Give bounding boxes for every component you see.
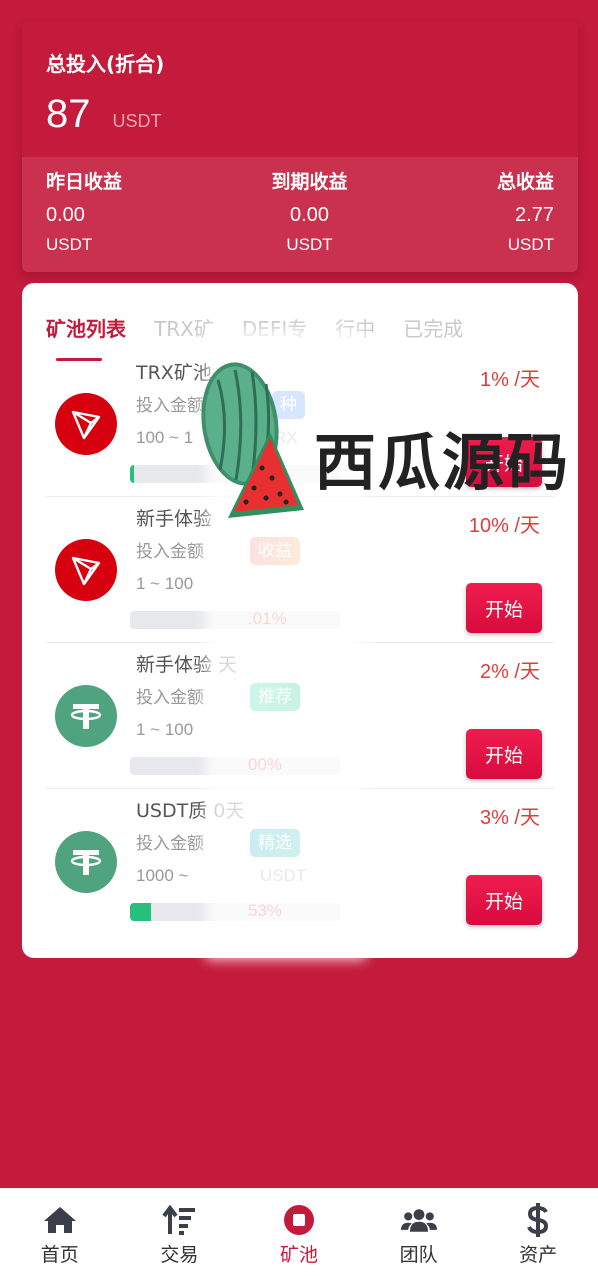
list-item: 新手体验 天 投入金额 1 ~ 100 推荐 00% 2% /天 开始: [22, 643, 578, 789]
list-item: 新手体验 投入金额 1 ~ 100 收益 .01% 10% /天 开始: [22, 497, 578, 643]
stat-unit: USDT: [46, 235, 93, 254]
stat-value: 0.00: [290, 204, 329, 226]
pool-tag: 精选: [250, 829, 300, 857]
stat-unit: USDT: [507, 235, 554, 254]
usdt-coin-icon: [55, 831, 117, 893]
pool-invest-label: 投入金额: [136, 688, 204, 708]
bottom-nav: 首页 交易 矿池 团队 资产: [0, 1188, 598, 1276]
pool-range: 100 ~ 1: [136, 428, 194, 447]
total-invest-title: 总投入(折合): [46, 52, 165, 76]
total-invest-unit: USDT: [112, 111, 162, 131]
stat-unit: USDT: [286, 235, 333, 254]
sort-icon: [161, 1203, 197, 1237]
progress-percent: .01%: [248, 609, 287, 628]
nav-label: 团队: [399, 1244, 438, 1266]
nav-label: 交易: [160, 1244, 199, 1266]
stat-label: 到期收益: [271, 171, 348, 193]
pool-tabs: 矿池列表 TRX矿 DEFI专 行中 已完成: [22, 283, 578, 361]
daily-rate: 3% /天: [479, 807, 540, 829]
pool-tag: 种: [272, 391, 305, 419]
nav-assets[interactable]: 资产: [479, 1189, 598, 1276]
nav-label: 首页: [40, 1244, 79, 1266]
daily-rate: 1% /天: [479, 369, 540, 391]
pool-invest-label: 投入金额: [136, 834, 204, 854]
pool-unit: RX: [274, 428, 298, 447]
pool-invest-label: 投入金额: [136, 542, 204, 562]
list-item: USDT质 0天 投入金额 1000 ~ USDT 精选 53% 3% /天 开…: [22, 789, 578, 935]
progress-fill: [130, 903, 151, 921]
stat-label: 总收益: [496, 171, 554, 193]
start-button[interactable]: 开始: [466, 875, 542, 925]
pool-unit: USDT: [260, 866, 307, 885]
progress-percent: 00%: [248, 755, 283, 774]
pool-range: 1 ~ 100: [136, 720, 194, 739]
progress-bar: [130, 611, 340, 629]
summary-top: 总投入(折合) 87 USDT: [22, 22, 578, 157]
stat-value: 0.00: [46, 204, 85, 226]
nav-label: 资产: [519, 1244, 558, 1266]
pool-list-card: 矿池列表 TRX矿 DEFI专 行中 已完成 TRX矿池 投入金额 100 ~ …: [22, 283, 578, 958]
progress-fill: [130, 465, 135, 483]
pool-invest-label: 投入金额: [136, 396, 204, 416]
nav-trade[interactable]: 交易: [120, 1189, 239, 1276]
pool-tag: 推荐: [250, 683, 300, 711]
pool-name: TRX矿池: [136, 362, 212, 384]
daily-rate: 2% /天: [479, 661, 540, 683]
home-icon: [42, 1203, 78, 1237]
trx-coin-icon: [55, 393, 117, 455]
tab-in-progress[interactable]: 行中: [335, 317, 375, 351]
progress-percent: 53%: [248, 901, 283, 920]
nav-pool[interactable]: 矿池: [239, 1189, 358, 1276]
tab-trx[interactable]: TRX矿: [154, 317, 214, 351]
nav-team[interactable]: 团队: [359, 1189, 478, 1276]
daily-rate: 10% /天: [468, 515, 540, 537]
progress-bar: [130, 465, 340, 483]
nav-home[interactable]: 首页: [0, 1189, 119, 1276]
nav-label: 矿池: [279, 1244, 318, 1266]
total-invest-row: 87 USDT: [46, 92, 554, 136]
stat-label: 昨日收益: [46, 171, 123, 193]
stat-yesterday: 昨日收益 0.00 USDT: [46, 169, 122, 272]
pool-range: 1000 ~: [136, 866, 189, 885]
progress-bar: [130, 757, 340, 775]
stat-total: 总收益 2.77 USDT: [497, 169, 554, 272]
trx-coin-icon: [55, 539, 117, 601]
usdt-coin-icon: [55, 685, 117, 747]
progress-bar: [130, 903, 340, 921]
total-invest-value: 87: [46, 92, 91, 136]
team-icon: [400, 1203, 437, 1237]
pool-tag: 收益: [250, 537, 300, 565]
pool-name: 新手体验 天: [136, 654, 238, 676]
pool-range: 1 ~ 100: [136, 574, 194, 593]
start-button[interactable]: 开始: [466, 583, 542, 633]
tab-pool-list[interactable]: 矿池列表: [46, 317, 126, 361]
pool-name: 新手体验: [136, 508, 213, 530]
stat-value: 2.77: [515, 204, 554, 226]
tab-completed[interactable]: 已完成: [403, 317, 463, 351]
list-item: TRX矿池 投入金额 100 ~ 1 RX 种 1% /天 开始: [22, 351, 578, 497]
pool-name: USDT质 0天: [136, 800, 245, 822]
start-button[interactable]: 开始: [466, 729, 542, 779]
summary-card: 总投入(折合) 87 USDT 昨日收益 0.00 USDT 到期收益 0.00…: [22, 22, 578, 272]
tab-defi[interactable]: DEFI专: [242, 317, 307, 351]
pool-icon: [281, 1203, 317, 1237]
start-button[interactable]: 开始: [466, 437, 542, 487]
dollar-icon: [520, 1203, 556, 1237]
stat-maturity: 到期收益 0.00 USDT: [271, 169, 347, 272]
summary-stats: 昨日收益 0.00 USDT 到期收益 0.00 USDT 总收益 2.77 U…: [22, 157, 578, 272]
